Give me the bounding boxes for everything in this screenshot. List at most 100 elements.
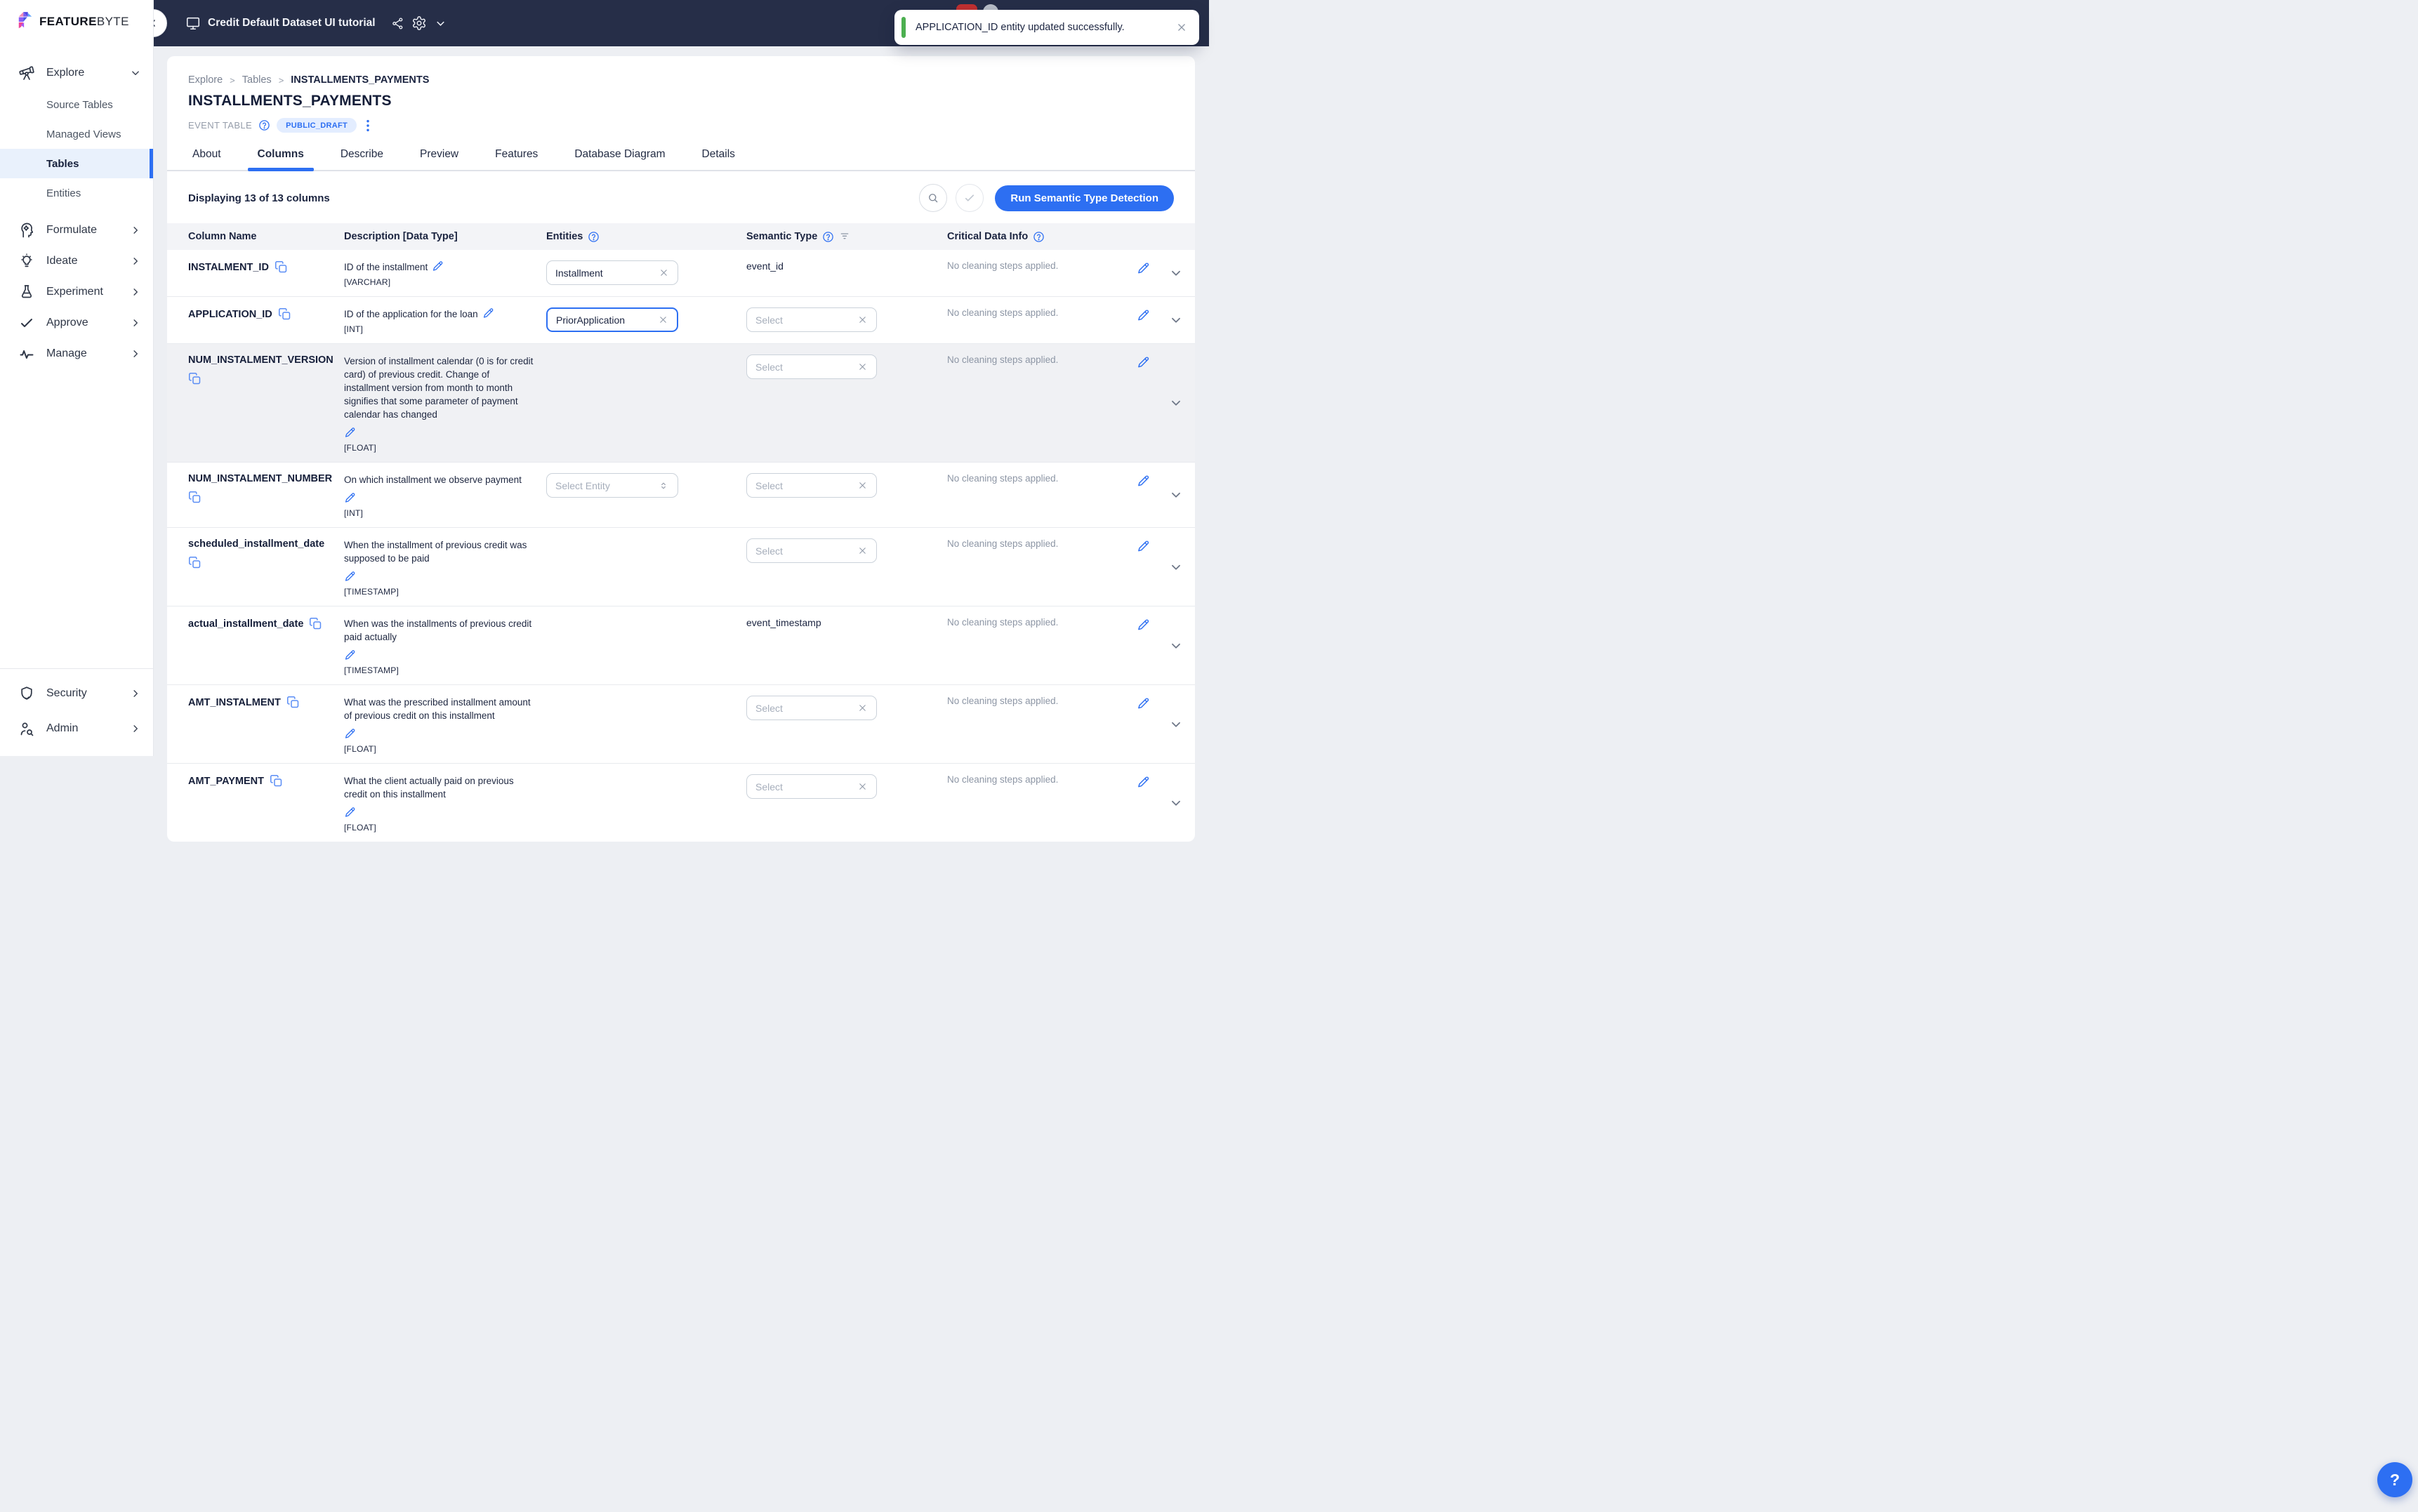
edit-description-icon[interactable] [344,427,356,439]
tab-about[interactable]: About [188,148,225,170]
column-description: When was the installments of previous cr… [344,617,536,644]
edit-icon[interactable] [1137,697,1150,710]
semantic-type-cell: event_id [746,250,947,296]
entities-cell: Select Entity [546,463,746,527]
sidebar-item-admin[interactable]: Admin [0,711,153,746]
edit-icon[interactable] [1137,262,1150,275]
clear-icon[interactable] [857,362,868,372]
semantic-select-placeholder: Select [755,781,857,793]
semantic-type-select[interactable]: Select [746,538,877,563]
tab-database-diagram[interactable]: Database Diagram [570,148,669,170]
tab-preview[interactable]: Preview [416,148,463,170]
sidebar-item-approve[interactable]: Approve [0,307,153,338]
copy-icon[interactable] [188,556,202,569]
help-button[interactable]: ? [2377,1462,2412,1497]
kebab-menu-icon[interactable] [363,119,373,133]
help-icon[interactable] [258,119,270,131]
edit-icon[interactable] [1137,309,1150,322]
critical-data-info-cell: No cleaning steps applied. [947,250,1119,296]
copy-icon[interactable] [275,260,288,274]
column-name: NUM_INSTALMENT_VERSION [188,354,333,366]
breadcrumb-explore[interactable]: Explore [188,74,223,86]
chevron-right-icon [129,687,142,700]
chevron-down-icon[interactable] [1168,265,1184,281]
chevron-down-icon[interactable] [1168,395,1184,411]
sidebar-item-experiment[interactable]: Experiment [0,277,153,307]
chevron-down-icon[interactable] [1168,795,1184,811]
edit-description-icon[interactable] [344,571,356,583]
edit-description-icon[interactable] [344,492,356,504]
sidebar-footer: SecurityAdmin [0,668,153,746]
gear-icon[interactable] [411,15,427,31]
entity-select[interactable]: Select Entity [546,473,678,498]
edit-icon[interactable] [1137,618,1150,632]
project-title[interactable]: Credit Default Dataset UI tutorial [208,17,376,29]
tab-describe[interactable]: Describe [336,148,388,170]
clear-icon[interactable] [658,314,668,325]
sidebar-item-entities[interactable]: Entities [0,178,153,208]
clear-icon[interactable] [857,545,868,556]
sidebar-item-manage[interactable]: Manage [0,338,153,369]
sidebar-item-formulate[interactable]: Formulate [0,215,153,246]
chevron-down-icon[interactable] [1168,717,1184,732]
entity-chip[interactable]: PriorApplication [546,307,678,332]
close-icon[interactable] [1175,21,1188,34]
edit-description-icon[interactable] [344,807,356,818]
help-icon[interactable] [822,231,834,243]
semantic-type-select[interactable]: Select [746,473,877,498]
header-actions [1119,223,1195,250]
copy-icon[interactable] [286,696,300,709]
cleaning-status: No cleaning steps applied. [947,473,1058,484]
edit-icon[interactable] [1137,475,1150,488]
copy-icon[interactable] [278,307,291,321]
edit-icon[interactable] [1137,776,1150,789]
tab-details[interactable]: Details [698,148,739,170]
clear-icon[interactable] [857,480,868,491]
chevron-down-icon[interactable] [1168,559,1184,575]
share-icon[interactable] [391,17,404,30]
sidebar-item-ideate[interactable]: Ideate [0,246,153,277]
copy-icon[interactable] [188,372,202,385]
filter-icon[interactable] [839,231,850,242]
run-semantic-type-detection-button[interactable]: Run Semantic Type Detection [995,185,1174,211]
chevron-down-icon[interactable] [434,17,447,30]
edit-icon[interactable] [1137,356,1150,369]
search-button[interactable] [919,184,947,212]
clear-icon[interactable] [857,781,868,792]
tabs-divider [167,170,1195,171]
sidebar-item-tables[interactable]: Tables [0,149,153,178]
edit-description-icon[interactable] [482,307,494,319]
semantic-type-select[interactable]: Select [746,696,877,720]
copy-icon[interactable] [188,491,202,504]
header-column-name: Column Name [188,223,344,250]
chevron-down-icon[interactable] [1168,638,1184,654]
sidebar-item-source-tables[interactable]: Source Tables [0,90,153,119]
semantic-type-select[interactable]: Select [746,774,877,799]
semantic-type-select[interactable]: Select [746,354,877,379]
breadcrumb-tables[interactable]: Tables [242,74,272,86]
copy-icon[interactable] [309,617,322,630]
edit-icon[interactable] [1137,540,1150,553]
help-icon[interactable] [588,231,600,243]
select-all-button[interactable] [956,184,984,212]
edit-description-icon[interactable] [432,260,444,272]
critical-data-info-cell: No cleaning steps applied. [947,528,1119,606]
clear-icon[interactable] [857,703,868,713]
sidebar-item-managed-views[interactable]: Managed Views [0,119,153,149]
tab-columns[interactable]: Columns [253,148,308,170]
sidebar-item-security[interactable]: Security [0,676,153,711]
edit-description-icon[interactable] [344,728,356,740]
clear-icon[interactable] [857,314,868,325]
clear-icon[interactable] [659,267,669,278]
chevron-down-icon[interactable] [1168,312,1184,328]
user-search-icon [18,720,35,737]
edit-description-icon[interactable] [344,649,356,661]
entity-chip[interactable]: Installment [546,260,678,285]
chevron-down-icon[interactable] [1168,487,1184,503]
semantic-type-select[interactable]: Select [746,307,877,332]
columns-table-body: INSTALMENT_ID ID of the installment [VAR… [167,250,1195,842]
copy-icon[interactable] [270,774,283,788]
tab-features[interactable]: Features [491,148,542,170]
help-icon[interactable] [1033,231,1045,243]
sidebar-item-explore[interactable]: Explore [0,58,153,88]
